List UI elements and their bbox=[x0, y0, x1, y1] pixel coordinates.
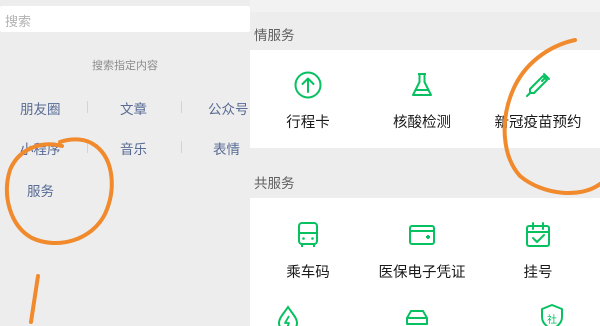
category-moments[interactable]: 朋友圈 bbox=[20, 98, 61, 118]
public-services-card: 乘车码 医保电子凭证 挂号 社 bbox=[250, 198, 600, 326]
divider bbox=[181, 141, 182, 153]
search-hint: 搜索指定内容 bbox=[92, 60, 158, 72]
health-services-card: 行程卡 核酸检测 新冠疫苗预约 bbox=[250, 50, 600, 148]
service-label: 新冠疫苗预约 bbox=[494, 115, 582, 131]
service-trip-card[interactable]: 行程卡 bbox=[250, 70, 366, 132]
service-medical-insurance-card[interactable]: 医保电子凭证 bbox=[364, 220, 480, 282]
service-label: 行程卡 bbox=[286, 115, 330, 131]
service-label: 乘车码 bbox=[286, 265, 330, 281]
flask-icon bbox=[412, 73, 432, 96]
car-icon[interactable] bbox=[402, 304, 432, 326]
shield-glyph: 社 bbox=[547, 313, 557, 326]
top-strip bbox=[250, 0, 600, 12]
section-title-health: 情服务 bbox=[254, 28, 295, 43]
service-nucleic-acid-test[interactable]: 核酸检测 bbox=[364, 70, 480, 132]
syringe-icon bbox=[526, 73, 550, 97]
section-title-public: 共服务 bbox=[254, 176, 295, 191]
electricity-drop-icon[interactable] bbox=[273, 304, 303, 326]
service-registration[interactable]: 挂号 bbox=[480, 220, 596, 282]
category-music[interactable]: 音乐 bbox=[120, 138, 147, 158]
category-services[interactable]: 服务 bbox=[27, 180, 54, 200]
divider bbox=[87, 141, 88, 153]
services-panel: 情服务 行程卡 核酸检测 新冠疫苗预约 共服务 乘车码 医保电子凭证 挂号 社 bbox=[250, 0, 600, 326]
search-input[interactable]: 搜索 bbox=[0, 6, 250, 32]
category-official-accounts[interactable]: 公众号 bbox=[208, 98, 249, 118]
category-mini-programs[interactable]: 小程序 bbox=[20, 138, 61, 158]
service-transit-code[interactable]: 乘车码 bbox=[250, 220, 366, 282]
service-label: 挂号 bbox=[523, 265, 553, 281]
divider bbox=[181, 101, 182, 113]
search-placeholder: 搜索 bbox=[5, 14, 32, 29]
category-stickers[interactable]: 表情 bbox=[213, 138, 240, 158]
search-panel: 搜索 搜索指定内容 朋友圈 文章 公众号 小程序 音乐 表情 服务 bbox=[0, 0, 250, 326]
service-vaccine-booking[interactable]: 新冠疫苗预约 bbox=[480, 70, 596, 132]
service-label: 核酸检测 bbox=[393, 115, 451, 131]
medical-card-icon bbox=[409, 225, 435, 245]
shield-social-icon[interactable]: 社 bbox=[537, 302, 567, 326]
service-label: 医保电子凭证 bbox=[378, 265, 466, 281]
arrow-up-circle-icon bbox=[294, 71, 322, 99]
divider bbox=[87, 101, 88, 113]
category-articles[interactable]: 文章 bbox=[120, 98, 147, 118]
calendar-check-icon bbox=[526, 222, 550, 247]
bus-icon bbox=[298, 222, 318, 247]
